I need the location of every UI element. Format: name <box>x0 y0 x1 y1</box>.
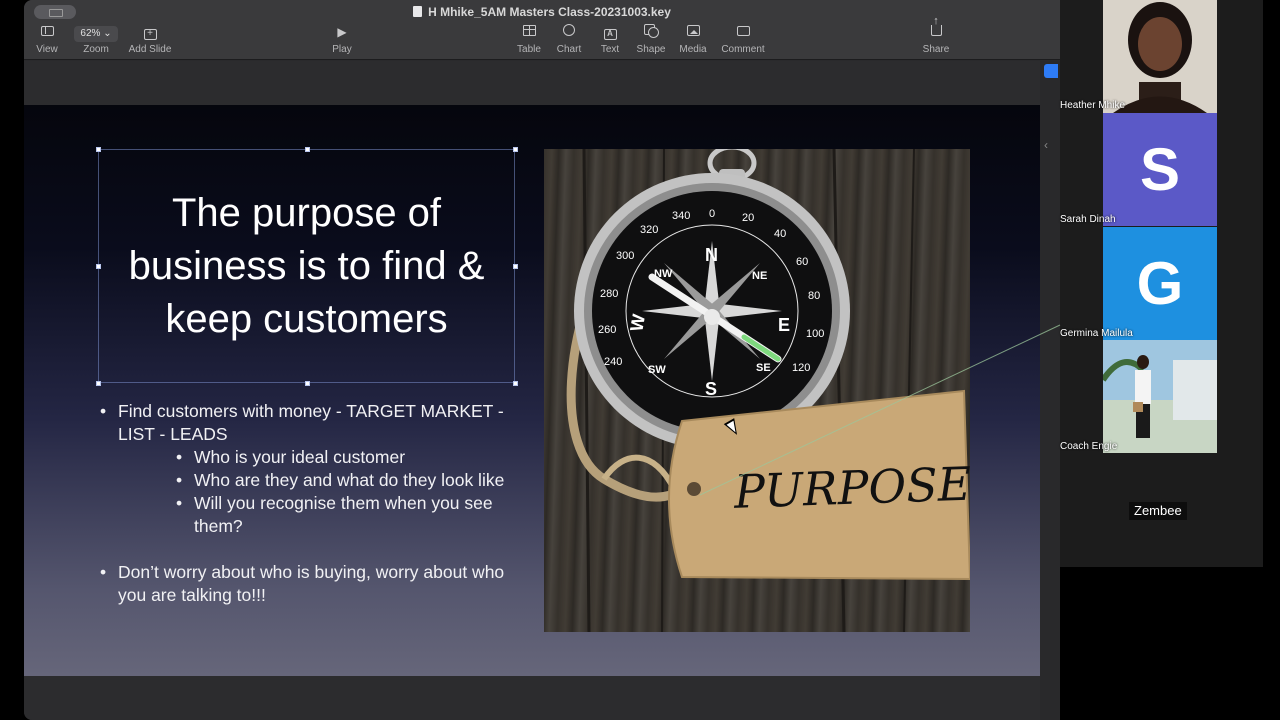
compass-sw: SW <box>648 364 666 376</box>
participant-name: Coach Engie <box>1060 441 1118 452</box>
sub-bullet-item: Who are they and what do they look like <box>176 469 520 492</box>
degree-label: 0 <box>709 208 715 220</box>
avatar-initial: G <box>1136 250 1184 317</box>
avatar-initial: S <box>1139 136 1181 203</box>
bullet-item: Don’t worry about who is buying, worry a… <box>100 561 520 607</box>
comment-label: Comment <box>721 44 765 55</box>
degree-label: 280 <box>600 288 618 300</box>
share-button[interactable]: Share <box>908 16 964 55</box>
degree-label: 240 <box>604 356 622 368</box>
sub-bullet-item: Will you recognise them when you see the… <box>176 492 520 538</box>
share-label: Share <box>922 44 950 55</box>
participant-video <box>1103 340 1217 453</box>
media-label: Media <box>679 44 707 55</box>
bullet-list[interactable]: Find customers with money - TARGET MARKE… <box>100 400 520 607</box>
document-icon <box>413 6 423 17</box>
degree-label: 120 <box>792 362 810 374</box>
play-icon: ▶ <box>337 25 347 39</box>
zoom-label: Zoom <box>83 44 109 55</box>
play-button[interactable]: ▶ Play <box>314 24 370 55</box>
degree-label: 320 <box>640 224 658 236</box>
chart-label: Chart <box>556 44 582 55</box>
participants-panel: Heather Mhike S Sarah Dinah G Germina Ma… <box>1060 0 1263 567</box>
degree-label: 340 <box>672 210 690 222</box>
zoom-button[interactable]: 62% ⌄ Zoom <box>68 24 124 55</box>
comment-button[interactable]: Comment <box>715 24 771 55</box>
comment-icon <box>715 24 771 40</box>
document-title-text: H Mhike_5AM Masters Class-20231003.key <box>428 5 671 19</box>
zoom-value: 62% <box>80 28 101 39</box>
degree-label: 60 <box>796 256 808 268</box>
bullet-text: Find customers with money - TARGET MARKE… <box>118 401 504 444</box>
sub-bullet-list: Who is your ideal customer Who are they … <box>118 446 520 538</box>
participant-tile[interactable]: G <box>1103 227 1217 340</box>
compass-illustration: N E W S NE NW SE SW 0 20 40 60 80 100 12… <box>544 149 970 632</box>
media-button[interactable]: Media <box>665 24 721 55</box>
participant-tile[interactable]: S <box>1103 113 1217 226</box>
inspector-edge <box>1040 61 1060 720</box>
compass-purpose-image[interactable]: N E W S NE NW SE SW 0 20 40 60 80 100 12… <box>544 149 970 632</box>
participant-name-label: Zembee <box>1129 502 1187 520</box>
sub-bullet-item: Who is your ideal customer <box>176 446 520 469</box>
chevron-left-icon[interactable]: ‹ <box>1044 138 1048 152</box>
participant-tile[interactable] <box>1103 0 1217 113</box>
participant-video <box>1103 0 1217 113</box>
compass-nw: NW <box>654 268 673 280</box>
participant-name: Germina Mailula <box>1060 328 1133 339</box>
compass-n: N <box>705 245 718 265</box>
bullet-item: Find customers with money - TARGET MARKE… <box>100 400 520 538</box>
participant-name: Sarah Dinah <box>1060 214 1116 225</box>
degree-label: 40 <box>774 228 786 240</box>
purpose-tag-text: PURPOSE <box>732 457 970 519</box>
screen-edge <box>1263 0 1280 720</box>
zoom-control[interactable]: 62% ⌄ <box>68 24 124 42</box>
play-label: Play <box>332 44 352 55</box>
share-icon <box>908 16 964 40</box>
title-text-box[interactable]: The purpose of business is to find & kee… <box>96 147 518 386</box>
compass-s: S <box>705 379 717 399</box>
slide-canvas[interactable]: The purpose of business is to find & kee… <box>24 61 1040 720</box>
avatar: S <box>1103 113 1217 226</box>
compass-ne: NE <box>752 270 767 282</box>
screen: H Mhike_5AM Masters Class-20231003.key V… <box>0 0 1280 720</box>
degree-label: 100 <box>806 328 824 340</box>
compass-se: SE <box>756 362 771 374</box>
text-label: Text <box>600 44 620 55</box>
document-title: H Mhike_5AM Masters Class-20231003.key <box>24 5 1060 19</box>
toolbar: H Mhike_5AM Masters Class-20231003.key V… <box>24 0 1060 60</box>
compass-w: W <box>626 313 649 333</box>
degree-label: 20 <box>742 212 754 224</box>
degree-label: 260 <box>598 324 616 336</box>
keynote-window: H Mhike_5AM Masters Class-20231003.key V… <box>24 0 1060 720</box>
avatar: G <box>1103 227 1217 340</box>
media-icon <box>665 24 721 40</box>
participant-name: Heather Mhike <box>1060 100 1126 111</box>
add-slide-icon: + <box>122 24 178 40</box>
add-slide-button[interactable]: + Add Slide <box>122 24 178 56</box>
inspector-toggle[interactable] <box>1044 64 1058 78</box>
add-slide-label: Add Slide <box>128 44 172 55</box>
degree-label: 80 <box>808 290 820 302</box>
participant-tile[interactable] <box>1103 340 1217 453</box>
slide[interactable]: The purpose of business is to find & kee… <box>24 105 1040 676</box>
chevron-down-icon: ⌄ <box>103 28 112 39</box>
view-label: View <box>36 44 58 55</box>
shape-label: Shape <box>636 44 666 55</box>
table-label: Table <box>517 44 541 55</box>
slide-title[interactable]: The purpose of business is to find & kee… <box>99 150 514 382</box>
degree-label: 300 <box>616 250 634 262</box>
compass-e: E <box>778 315 790 335</box>
